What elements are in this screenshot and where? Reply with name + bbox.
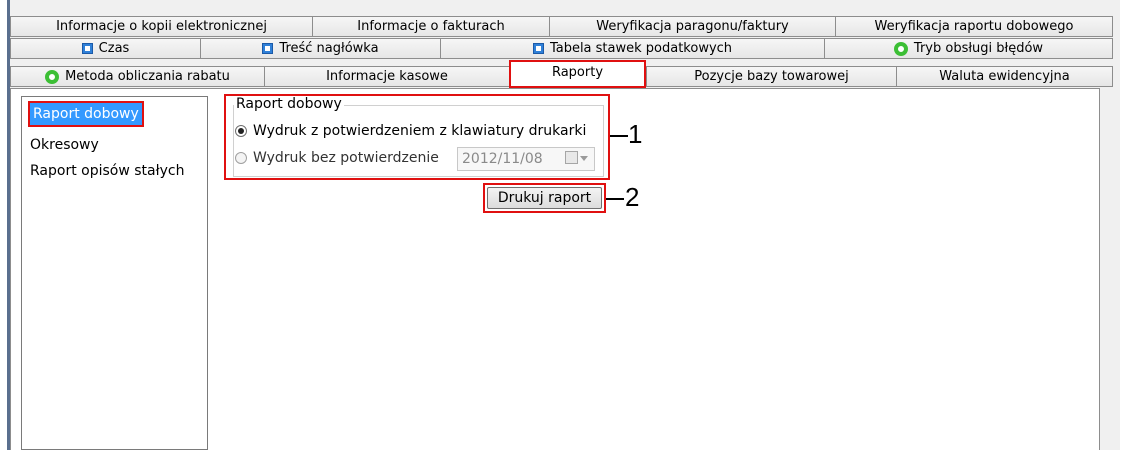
sidebar-item-fixed-descriptions[interactable]: Raport opisów stałych: [30, 163, 184, 179]
callout-number-1: 1: [628, 119, 643, 149]
tab-row-1: Informacje o kopii elektronicznej Inform…: [10, 16, 1113, 37]
sidebar-item-label: Raport opisów stałych: [30, 163, 185, 179]
tab-label: Informacje o fakturach: [357, 19, 505, 34]
tab-error-mode[interactable]: Tryb obsługi błędów: [824, 38, 1113, 59]
tab-label: Raporty: [551, 65, 604, 80]
radio-label: Wydruk bez potwierdzenie: [253, 150, 439, 166]
calendar-icon: [565, 151, 578, 164]
tab-goods-database[interactable]: Pozycje bazy towarowej: [646, 66, 896, 87]
tab-label: Waluta ewidencyjna: [939, 69, 1070, 84]
tab-time[interactable]: Czas: [10, 38, 200, 59]
chevron-down-icon: [580, 156, 588, 161]
tab-label: Tabela stawek podatkowych: [549, 41, 733, 56]
radio-button-selected[interactable]: [235, 125, 247, 137]
callout-line-1: [610, 135, 628, 137]
print-report-button[interactable]: Drukuj raport: [487, 187, 602, 209]
green-circle-icon: [893, 41, 908, 56]
tab-row-2: Czas Treść nagłówka Tabela stawek podatk…: [10, 38, 1113, 59]
tab-invoice-info[interactable]: Informacje o fakturach: [312, 16, 549, 37]
blue-square-icon: [262, 43, 274, 54]
button-label: Drukuj raport: [497, 190, 592, 206]
tab-reports[interactable]: Raporty: [509, 60, 646, 88]
tab-currency[interactable]: Waluta ewidencyjna: [896, 66, 1113, 87]
tab-label: Informacje kasowe: [326, 69, 448, 84]
date-value: 2012/11/08: [462, 151, 543, 167]
callout-line-2: [606, 198, 624, 200]
tab-header-content[interactable]: Treść nagłówka: [200, 38, 440, 59]
radio-option-no-confirm[interactable]: Wydruk bez potwierdzenie: [235, 150, 439, 166]
radio-button[interactable]: [235, 152, 247, 164]
callout-number-2: 2: [625, 182, 640, 212]
tab-label: Informacje o kopii elektronicznej: [56, 19, 267, 34]
tab-label: Treść nagłówka: [279, 41, 379, 56]
tab-row-3: Metoda obliczania rabatu Informacje kaso…: [10, 60, 1113, 88]
tab-discount-method[interactable]: Metoda obliczania rabatu: [10, 66, 264, 87]
sidebar-item-daily-report[interactable]: Raport dobowy: [28, 101, 144, 127]
radio-label: Wydruk z potwierdzeniem z klawiatury dru…: [253, 123, 587, 139]
tab-label: Pozycje bazy towarowej: [694, 69, 849, 84]
blue-square-icon: [532, 43, 544, 54]
report-type-list: Raport dobowy Okresowy Raport opisów sta…: [21, 96, 208, 450]
sidebar-item-label: Okresowy: [30, 137, 99, 153]
tab-label: Czas: [98, 41, 130, 56]
tab-electronic-copy-info[interactable]: Informacje o kopii elektronicznej: [10, 16, 312, 37]
tab-receipt-verification[interactable]: Weryfikacja paragonu/faktury: [549, 16, 835, 37]
tab-label: Weryfikacja raportu dobowego: [874, 19, 1074, 34]
tab-tax-rates[interactable]: Tabela stawek podatkowych: [440, 38, 824, 59]
sidebar-item-label: Raport dobowy: [33, 106, 139, 122]
radio-option-confirm[interactable]: Wydruk z potwierdzeniem z klawiatury dru…: [235, 123, 586, 139]
green-circle-icon: [45, 69, 60, 84]
tab-cash-info[interactable]: Informacje kasowe: [264, 66, 509, 87]
group-title: Raport dobowy: [234, 96, 344, 112]
tab-label: Tryb obsługi błędów: [913, 41, 1044, 56]
tab-daily-report-verification[interactable]: Weryfikacja raportu dobowego: [835, 16, 1113, 37]
tab-label: Metoda obliczania rabatu: [65, 69, 230, 84]
blue-square-icon: [81, 43, 93, 54]
tab-label: Weryfikacja paragonu/faktury: [596, 19, 789, 34]
sidebar-item-periodic[interactable]: Okresowy: [30, 137, 99, 153]
